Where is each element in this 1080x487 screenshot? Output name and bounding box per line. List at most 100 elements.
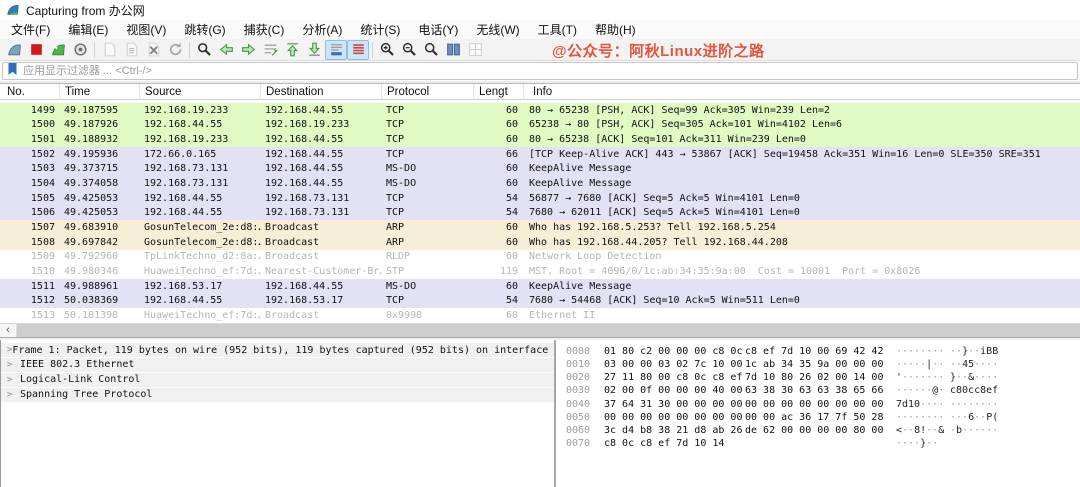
- cell-no: 1501: [0, 134, 60, 145]
- expand-chevron-icon[interactable]: >: [7, 360, 20, 370]
- menu-item-view[interactable]: 视图(V): [117, 21, 175, 38]
- go-to-packet-icon[interactable]: [259, 40, 281, 60]
- cell-time: 49.980346: [60, 266, 140, 277]
- scroll-left-button[interactable]: ‹: [0, 324, 17, 337]
- auto-scroll-icon[interactable]: [325, 40, 347, 60]
- expand-chevron-icon[interactable]: >: [7, 390, 20, 400]
- hex-bytes: 00 00 ac 36 17 7f 50 28: [745, 411, 886, 424]
- packet-row[interactable]: 150649.425053192.168.44.55192.168.73.131…: [0, 206, 1080, 221]
- column-header-info[interactable]: Info: [524, 84, 1080, 99]
- menu-item-capture[interactable]: 捕获(C): [235, 21, 294, 38]
- detail-row[interactable]: >Logical-Link Control: [1, 373, 554, 387]
- menu-item-help[interactable]: 帮助(H): [586, 21, 645, 38]
- column-header-time[interactable]: Time: [60, 84, 140, 99]
- cell-source: 192.168.19.233: [140, 105, 261, 116]
- go-to-bottom-icon[interactable]: [303, 40, 325, 60]
- packet-row[interactable]: 151250.038369192.168.44.55192.168.53.17T…: [0, 294, 1080, 309]
- resize-columns-icon[interactable]: [442, 40, 464, 60]
- column-header-protocol[interactable]: Protocol: [382, 84, 474, 99]
- horizontal-scrollbar[interactable]: ‹: [0, 323, 1080, 337]
- cell-time: 49.683910: [60, 222, 140, 233]
- hex-row[interactable]: 002027 11 80 00 c8 0c c8 ef7d 10 80 26 0…: [566, 371, 1080, 384]
- zoom-in-icon[interactable]: [376, 40, 398, 60]
- go-back-icon[interactable]: [215, 40, 237, 60]
- packet-row[interactable]: 150349.373715192.168.73.131192.168.44.55…: [0, 162, 1080, 177]
- start-capture-icon[interactable]: [3, 40, 25, 60]
- layout-grid-icon: [464, 40, 486, 60]
- ascii-bytes: ········: [896, 345, 950, 358]
- hex-bytes: c8 0c c8 ef 7d 10 14: [604, 437, 745, 450]
- packet-row[interactable]: 151149.988961192.168.53.17192.168.44.55M…: [0, 279, 1080, 294]
- go-to-top-icon[interactable]: [281, 40, 303, 60]
- hex-bytes: 00 00 00 00 00 00 00 00: [745, 398, 886, 411]
- hex-rows: 000001 80 c2 00 00 00 c8 0cc8 ef 7d 10 0…: [566, 345, 1080, 451]
- zoom-out-icon[interactable]: [398, 40, 420, 60]
- hex-offset: 0020: [566, 371, 592, 384]
- bookmark-icon[interactable]: [7, 62, 18, 81]
- cell-source: 192.168.44.55: [140, 295, 261, 306]
- packet-details-pane: >Frame 1: Packet, 119 bytes on wire (952…: [1, 340, 554, 487]
- packet-row[interactable]: 150049.187926192.168.44.55192.168.19.233…: [0, 118, 1080, 133]
- cell-dest: 192.168.44.55: [261, 134, 382, 145]
- packet-row[interactable]: 150849.697842GosunTelecom_2e:d8:…Broadca…: [0, 235, 1080, 250]
- packet-row[interactable]: 150749.683910GosunTelecom_2e:d8:…Broadca…: [0, 220, 1080, 235]
- detail-row[interactable]: >Spanning Tree Protocol: [1, 388, 554, 402]
- packet-row[interactable]: 150249.195936172.66.0.165192.168.44.55TC…: [0, 147, 1080, 162]
- column-header-source[interactable]: Source: [140, 84, 261, 99]
- packet-row[interactable]: 150149.188932192.168.19.233192.168.44.55…: [0, 132, 1080, 147]
- packet-row[interactable]: 150549.425053192.168.44.55192.168.73.131…: [0, 191, 1080, 206]
- display-filter-input[interactable]: [23, 65, 1077, 77]
- zoom-reset-icon[interactable]: [420, 40, 442, 60]
- menu-item-analyze[interactable]: 分析(A): [293, 21, 351, 38]
- ascii-bytes: ·····|··: [896, 358, 950, 371]
- cell-time: 49.425053: [60, 193, 140, 204]
- column-header-length[interactable]: Lengt: [474, 84, 524, 99]
- cell-info: 7680 → 62011 [ACK] Seq=5 Ack=5 Win=4101 …: [524, 207, 1080, 218]
- detail-row[interactable]: >Frame 1: Packet, 119 bytes on wire (952…: [1, 343, 554, 357]
- cell-source: HuaweiTechno_ef:7d:…: [140, 310, 261, 321]
- hex-row[interactable]: 000001 80 c2 00 00 00 c8 0cc8 ef 7d 10 0…: [566, 345, 1080, 358]
- find-packet-icon[interactable]: [193, 40, 215, 60]
- hex-row[interactable]: 0070c8 0c c8 ef 7d 10 14····}··: [566, 437, 1080, 450]
- hex-row[interactable]: 003002 00 0f 00 00 00 40 0063 38 30 63 6…: [566, 384, 1080, 397]
- ascii-bytes: ······@·: [896, 384, 950, 397]
- go-forward-icon[interactable]: [237, 40, 259, 60]
- packet-row[interactable]: 150449.374058192.168.73.131192.168.44.55…: [0, 176, 1080, 191]
- cell-proto: TCP: [382, 119, 474, 130]
- hex-row[interactable]: 004037 64 31 30 00 00 00 0000 00 00 00 0…: [566, 398, 1080, 411]
- restart-capture-icon[interactable]: [47, 40, 69, 60]
- scrollbar-thumb[interactable]: [17, 324, 1080, 337]
- capture-options-icon[interactable]: [69, 40, 91, 60]
- hex-dump-pane: 000001 80 c2 00 00 00 c8 0cc8 ef 7d 10 0…: [556, 340, 1080, 487]
- cell-source: HuaweiTechno_ef:7d:…: [140, 266, 261, 277]
- menu-item-go[interactable]: 跳转(G): [175, 21, 234, 38]
- display-filter-field[interactable]: [2, 62, 1078, 80]
- stop-capture-icon[interactable]: [25, 40, 47, 60]
- menu-item-telephony[interactable]: 电话(Y): [409, 21, 467, 38]
- cell-info: Who has 192.168.5.253? Tell 192.168.5.25…: [524, 222, 1080, 233]
- packet-row[interactable]: 151350.181398HuaweiTechno_ef:7d:…Broadca…: [0, 308, 1080, 323]
- bottom-panes: >Frame 1: Packet, 119 bytes on wire (952…: [0, 340, 1080, 487]
- menu-item-wireless[interactable]: 无线(W): [467, 21, 528, 38]
- menu-item-statistics[interactable]: 统计(S): [351, 21, 409, 38]
- cell-info: KeepAlive Message: [524, 281, 1080, 292]
- hex-row[interactable]: 005000 00 00 00 00 00 00 0000 00 ac 36 1…: [566, 411, 1080, 424]
- hex-row[interactable]: 001003 00 00 03 02 7c 10 001c ab 34 35 9…: [566, 358, 1080, 371]
- cell-time: 49.195936: [60, 149, 140, 160]
- column-header-no[interactable]: No.: [0, 84, 60, 99]
- packet-row[interactable]: 151049.980346HuaweiTechno_ef:7d:…Nearest…: [0, 264, 1080, 279]
- cell-dest: 192.168.73.131: [261, 193, 382, 204]
- hex-row[interactable]: 00603c d4 b8 38 21 d8 ab 26de 62 00 00 0…: [566, 424, 1080, 437]
- menu-item-file[interactable]: 文件(F): [2, 21, 59, 38]
- packet-row[interactable]: 150949.792960TpLinkTechno_d2:8a:…Broadca…: [0, 250, 1080, 265]
- colorize-icon[interactable]: [347, 40, 369, 60]
- menu-item-edit[interactable]: 编辑(E): [59, 21, 117, 38]
- expand-chevron-icon[interactable]: >: [7, 375, 20, 385]
- open-file-icon: [98, 40, 120, 60]
- cell-no: 1503: [0, 163, 60, 174]
- hex-bytes: 1c ab 34 35 9a 00 00 00: [745, 358, 886, 371]
- column-header-destination[interactable]: Destination: [261, 84, 382, 99]
- packet-row[interactable]: 149949.187595192.168.19.233192.168.44.55…: [0, 103, 1080, 118]
- detail-row[interactable]: >IEEE 802.3 Ethernet: [1, 358, 554, 372]
- menu-item-tools[interactable]: 工具(T): [529, 21, 586, 38]
